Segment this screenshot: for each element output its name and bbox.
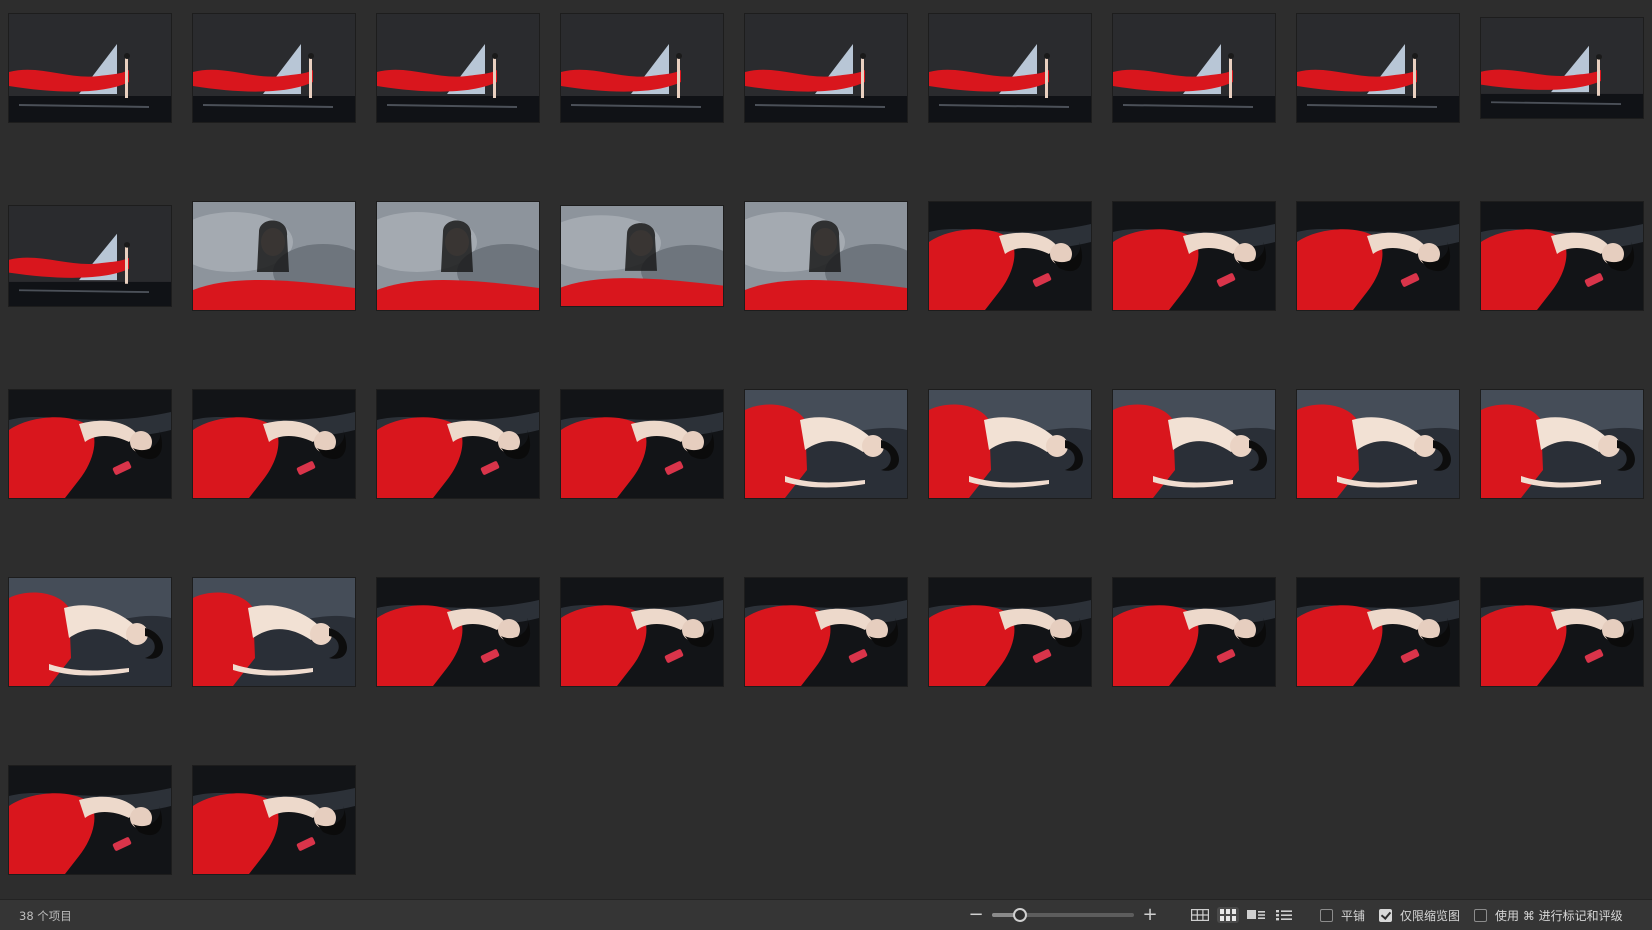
zoom-control: − +: [968, 905, 1158, 925]
thumbnail-image: [1297, 202, 1459, 310]
photo-thumbnail[interactable]: [1297, 202, 1459, 310]
photo-thumbnail[interactable]: [193, 202, 355, 310]
list-icon[interactable]: [1273, 907, 1295, 923]
thumbnail-image: [745, 390, 907, 498]
photo-thumbnail[interactable]: [1113, 390, 1275, 498]
photo-thumbnail[interactable]: [193, 390, 355, 498]
thumbnail-image: [929, 14, 1091, 122]
thumbnail-image: [745, 202, 907, 310]
photo-thumbnail[interactable]: [1481, 390, 1643, 498]
thumbnail-image: [377, 578, 539, 686]
thumbnail-image: [377, 202, 539, 310]
photo-thumbnail[interactable]: [377, 578, 539, 686]
thumbnail-image: [9, 390, 171, 498]
photo-thumbnail[interactable]: [561, 578, 723, 686]
photo-thumbnail[interactable]: [561, 390, 723, 498]
thumbnails-only-checkbox-box[interactable]: [1379, 908, 1393, 922]
thumbnail-image: [9, 206, 171, 306]
photo-thumbnail[interactable]: [745, 578, 907, 686]
photo-thumbnail[interactable]: [1481, 202, 1643, 310]
tile-label: 平铺: [1341, 908, 1366, 923]
thumbnails-only-checkbox[interactable]: 仅限缩览图: [1379, 907, 1460, 924]
plus-icon[interactable]: +: [1142, 906, 1158, 924]
thumbnail-image: [1113, 578, 1275, 686]
thumbnail-image: [193, 202, 355, 310]
thumbnail-image: [9, 578, 171, 686]
thumbnail-image: [745, 14, 907, 122]
photo-thumbnail[interactable]: [193, 14, 355, 122]
thumbnail-image: [377, 390, 539, 498]
photo-thumbnail[interactable]: [1113, 202, 1275, 310]
item-count: 38 个项目: [19, 909, 72, 923]
photo-thumbnail[interactable]: [929, 14, 1091, 122]
thumbnail-image: [1297, 14, 1459, 122]
thumbnail-image: [1113, 202, 1275, 310]
filmstrip-icon[interactable]: [1245, 907, 1267, 923]
grid-small-icon[interactable]: [1217, 907, 1239, 923]
minus-icon[interactable]: −: [968, 906, 984, 924]
status-toolbar: 38 个项目 − + 平铺 仅限缩览图 使用 ⌘ 进行标记和评级: [0, 899, 1652, 930]
photo-thumbnail[interactable]: [745, 202, 907, 310]
photo-thumbnail[interactable]: [377, 14, 539, 122]
photo-thumbnail[interactable]: [561, 206, 723, 306]
options-group: 平铺 仅限缩览图 使用 ⌘ 进行标记和评级: [1320, 905, 1637, 925]
thumbnail-image: [1113, 14, 1275, 122]
thumbnail-image: [561, 390, 723, 498]
photo-thumbnail[interactable]: [1481, 578, 1643, 686]
photo-thumbnail[interactable]: [377, 202, 539, 310]
thumbnail-image: [1481, 578, 1643, 686]
thumbnails-only-label: 仅限缩览图: [1400, 908, 1461, 923]
grid-large-icon[interactable]: [1189, 907, 1211, 923]
photo-thumbnail[interactable]: [9, 14, 171, 122]
thumbnail-image: [561, 14, 723, 122]
photo-thumbnail[interactable]: [193, 766, 355, 874]
photo-thumbnail[interactable]: [929, 202, 1091, 310]
photo-thumbnail[interactable]: [745, 14, 907, 122]
photo-thumbnail[interactable]: [9, 206, 171, 306]
thumbnail-image: [561, 206, 723, 306]
zoom-slider[interactable]: [992, 908, 1134, 922]
thumbnail-image: [929, 202, 1091, 310]
photo-thumbnail[interactable]: [9, 766, 171, 874]
zoom-slider-knob[interactable]: [1013, 908, 1028, 922]
thumbnail-image: [1481, 390, 1643, 498]
cmd-rating-label: 使用 ⌘ 进行标记和评级: [1495, 908, 1623, 923]
photo-thumbnail[interactable]: [9, 578, 171, 686]
photo-thumbnail[interactable]: [1297, 578, 1459, 686]
thumbnail-image: [9, 766, 171, 874]
photo-thumbnail[interactable]: [9, 390, 171, 498]
thumbnail-image: [193, 390, 355, 498]
thumbnail-image: [1297, 578, 1459, 686]
thumbnail-image: [1113, 390, 1275, 498]
thumbnail-image: [193, 766, 355, 874]
photo-thumbnail[interactable]: [929, 390, 1091, 498]
thumbnail-image: [9, 14, 171, 122]
thumbnail-image: [745, 578, 907, 686]
photo-thumbnail[interactable]: [929, 578, 1091, 686]
photo-thumbnail[interactable]: [193, 578, 355, 686]
thumbnail-image: [1297, 390, 1459, 498]
cmd-rating-checkbox[interactable]: 使用 ⌘ 进行标记和评级: [1474, 907, 1623, 924]
thumbnail-image: [193, 578, 355, 686]
photo-thumbnail[interactable]: [745, 390, 907, 498]
photo-thumbnail[interactable]: [1297, 390, 1459, 498]
tile-checkbox-box[interactable]: [1320, 908, 1333, 922]
tile-checkbox[interactable]: 平铺: [1320, 907, 1365, 924]
thumbnail-image: [1481, 202, 1643, 310]
cmd-rating-checkbox-box[interactable]: [1474, 908, 1488, 922]
thumbnail-image: [193, 14, 355, 122]
photo-thumbnail[interactable]: [1113, 578, 1275, 686]
thumbnail-image: [1481, 18, 1643, 118]
thumbnail-image: [929, 578, 1091, 686]
thumbnail-grid: [0, 0, 1652, 900]
photo-thumbnail[interactable]: [1481, 18, 1643, 118]
photo-thumbnail[interactable]: [1113, 14, 1275, 122]
photo-thumbnail[interactable]: [1297, 14, 1459, 122]
photo-thumbnail[interactable]: [377, 390, 539, 498]
thumbnail-image: [929, 390, 1091, 498]
photo-thumbnail[interactable]: [561, 14, 723, 122]
thumbnail-image: [377, 14, 539, 122]
thumbnail-image: [561, 578, 723, 686]
view-mode-group: [1186, 905, 1298, 925]
